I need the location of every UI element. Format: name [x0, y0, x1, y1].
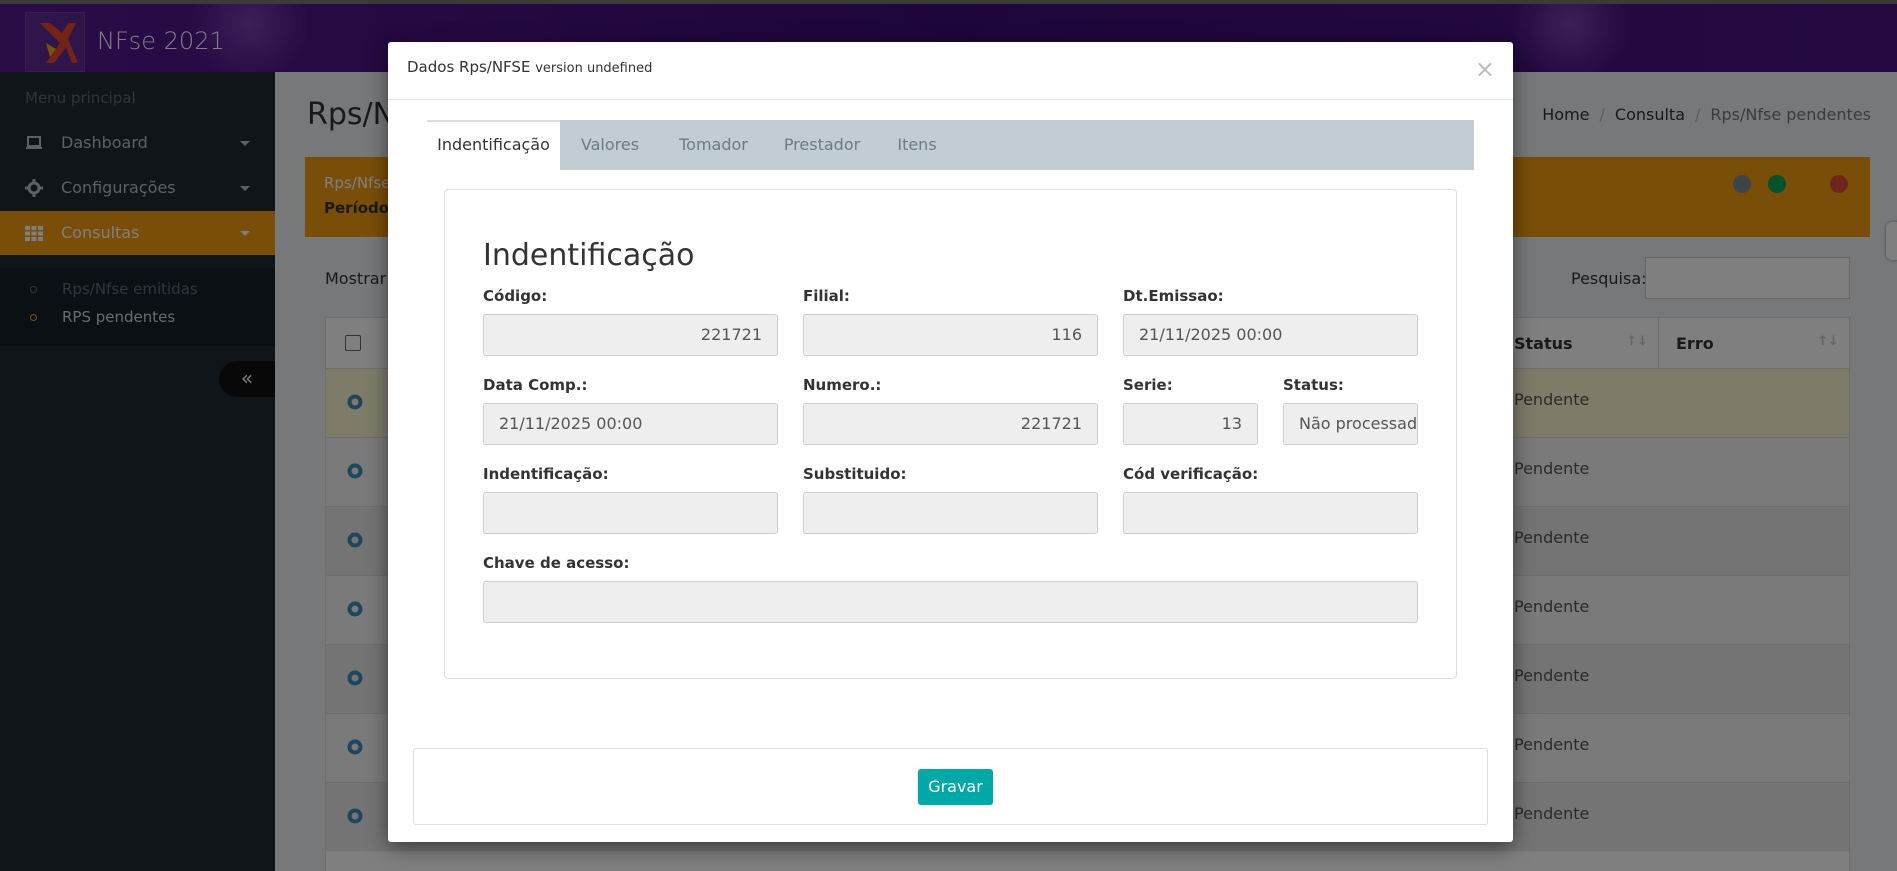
chave-acesso-label: Chave de acesso:	[483, 554, 630, 572]
status-field[interactable]: Não processada	[1283, 403, 1418, 445]
section-title: Indentificação	[483, 238, 695, 273]
filial-field[interactable]: 116	[803, 314, 1098, 356]
cod-verificacao-label: Cód verificação:	[1123, 465, 1259, 483]
tab-tomador[interactable]: Tomador	[660, 120, 767, 170]
modal-title-text: Dados Rps/NFSE	[407, 58, 531, 76]
numero-field[interactable]: 221721	[803, 403, 1098, 445]
data-comp-field[interactable]: 21/11/2025 00:00	[483, 403, 778, 445]
dt-emissao-label: Dt.Emissao:	[1123, 287, 1224, 305]
status-label: Status:	[1283, 376, 1344, 394]
save-button[interactable]: Gravar	[918, 769, 993, 805]
rps-details-modal: Dados Rps/NFSE version undefined × Inden…	[388, 42, 1513, 842]
substituido-label: Substituido:	[803, 465, 907, 483]
tab-indentificacao[interactable]: Indentificação	[427, 120, 560, 170]
modal-header: Dados Rps/NFSE version undefined ×	[388, 42, 1513, 100]
tab-valores[interactable]: Valores	[560, 120, 660, 170]
numero-label: Numero.:	[803, 376, 882, 394]
close-icon[interactable]: ×	[1475, 57, 1495, 81]
dt-emissao-field[interactable]: 21/11/2025 00:00	[1123, 314, 1418, 356]
tab-panel-indentificacao: Indentificação Código: 221721 Filial: 11…	[444, 189, 1457, 679]
data-comp-label: Data Comp.:	[483, 376, 588, 394]
codigo-label: Código:	[483, 287, 548, 305]
modal-title: Dados Rps/NFSE version undefined	[407, 58, 652, 76]
substituido-field[interactable]	[803, 492, 1098, 534]
serie-label: Serie:	[1123, 376, 1173, 394]
cod-verificacao-field[interactable]	[1123, 492, 1418, 534]
tab-itens[interactable]: Itens	[877, 120, 957, 170]
codigo-field[interactable]: 221721	[483, 314, 778, 356]
indentificacao-field[interactable]	[483, 492, 778, 534]
indentificacao-label: Indentificação:	[483, 465, 609, 483]
modal-version-text: version undefined	[535, 61, 653, 76]
tab-prestador[interactable]: Prestador	[767, 120, 877, 170]
serie-field[interactable]: 13	[1123, 403, 1258, 445]
modal-tabs: Indentificação Valores Tomador Prestador…	[427, 120, 1474, 170]
chave-acesso-field[interactable]	[483, 581, 1418, 623]
modal-footer: Gravar	[413, 748, 1488, 825]
filial-label: Filial:	[803, 287, 850, 305]
